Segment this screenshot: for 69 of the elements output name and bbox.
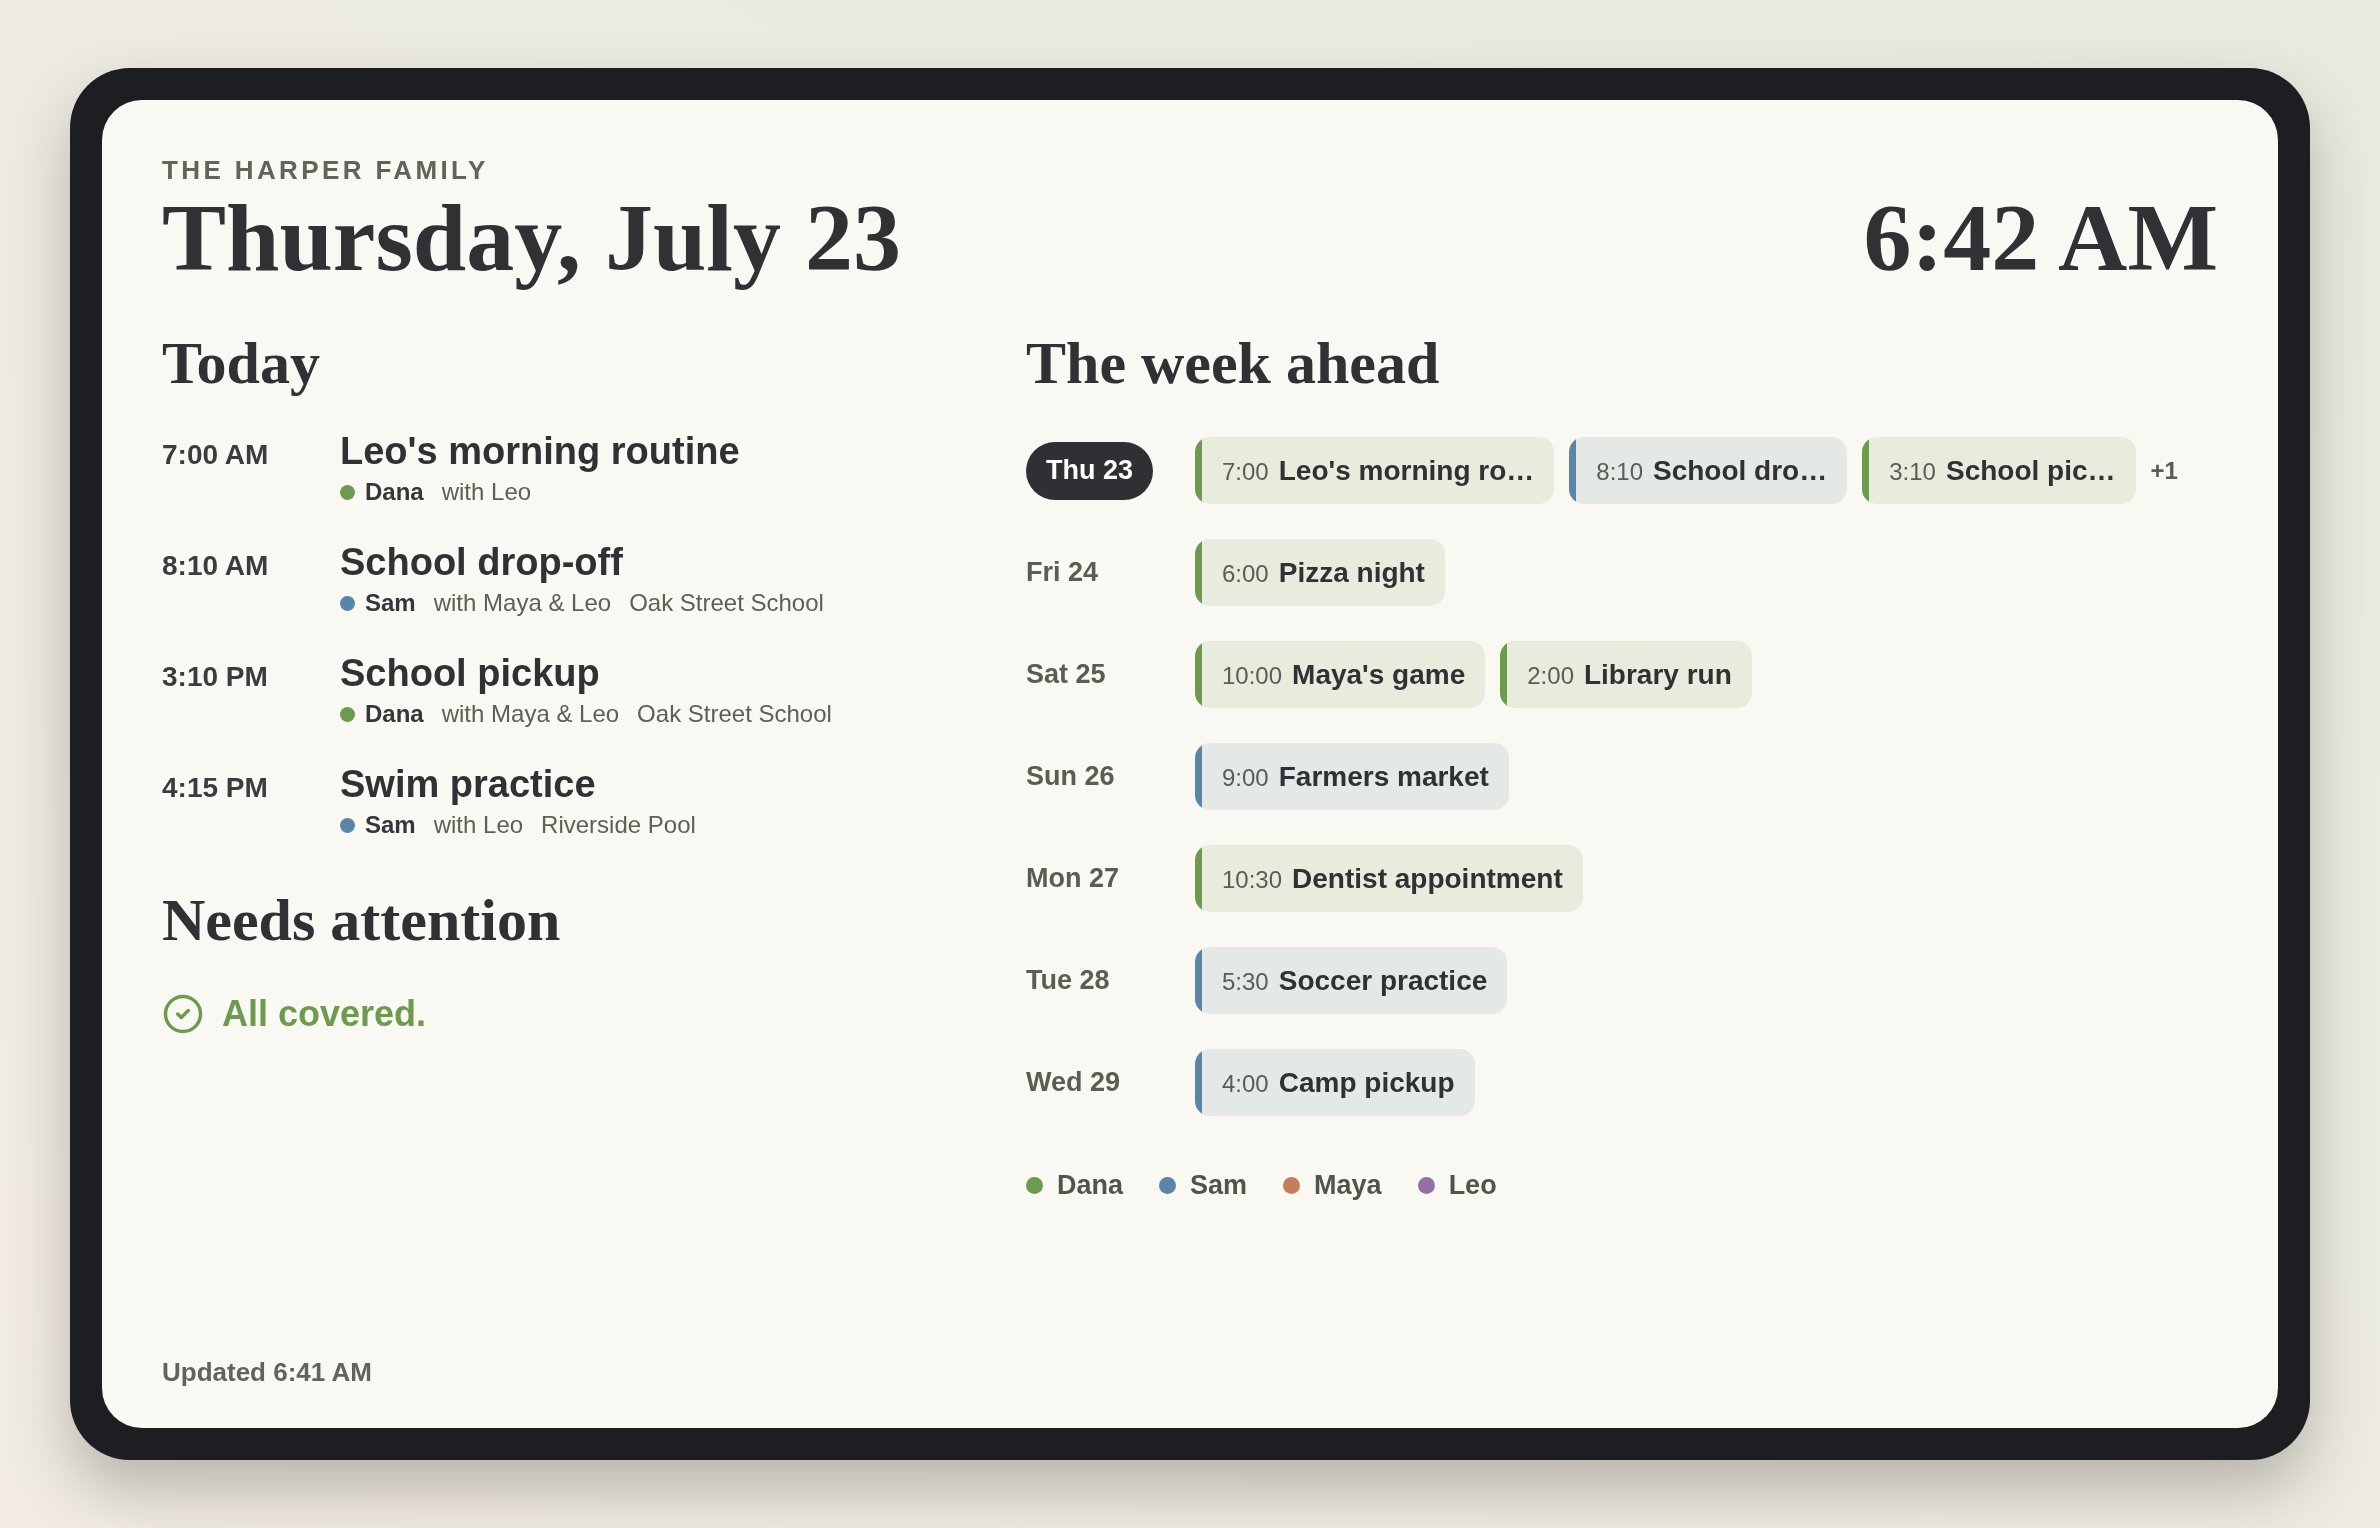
day-label: Sun 26 <box>1026 760 1115 794</box>
event-location: Oak Street School <box>629 588 824 618</box>
day-label: Thu 23 <box>1026 441 1153 500</box>
day-label: Tue 28 <box>1026 964 1110 998</box>
event-title: Camp pickup <box>1278 1065 1455 1100</box>
event-title: School pickup <box>340 651 600 695</box>
event-title: Soccer practice <box>1278 963 1488 998</box>
event-title: Swim practice <box>340 762 596 806</box>
event-title: Leo's morning ro… <box>1278 453 1535 488</box>
day-label: Sat 25 <box>1026 658 1106 692</box>
event-time: 8:10 AM <box>162 549 269 583</box>
event-location: Riverside Pool <box>541 810 696 840</box>
event-time: 4:15 PM <box>162 771 268 805</box>
event-title: Farmers market <box>1278 759 1489 794</box>
legend-label: Dana <box>1057 1169 1124 1202</box>
section-heading: The week ahead <box>1026 333 1440 393</box>
event-chip[interactable]: 8:10 School dro… <box>1569 437 1848 504</box>
legend-label: Sam <box>1190 1169 1248 1202</box>
updated-time: Updated 6:41 AM <box>162 1357 372 1387</box>
event-time: 2:00 <box>1527 660 1574 691</box>
person-name: Sam <box>365 810 416 840</box>
person-name: Sam <box>365 588 416 618</box>
event-chip[interactable]: 5:30 Soccer practice <box>1195 947 1508 1014</box>
event-chip[interactable]: 7:00 Leo's morning ro… <box>1195 437 1555 504</box>
event-title: Leo's morning routine <box>340 429 740 473</box>
event-chip[interactable]: 3:10 School pic… <box>1862 437 2136 504</box>
event-time: 4:00 <box>1222 1068 1269 1099</box>
event-time: 5:30 <box>1222 966 1269 997</box>
legend-label: Maya <box>1314 1169 1382 1202</box>
event-time: 8:10 <box>1596 456 1643 487</box>
event-attendees: with Leo <box>433 810 524 840</box>
family-name: THE HARPER FAMILY <box>162 155 489 185</box>
event-chip[interactable]: 10:30 Dentist appointment <box>1195 845 1583 912</box>
event-chip[interactable]: 9:00 Farmers market <box>1195 743 1509 810</box>
section-heading: Needs attention <box>162 890 561 950</box>
event-time: 3:10 PM <box>162 660 268 694</box>
event-chip[interactable]: 6:00 Pizza night <box>1195 539 1445 606</box>
event-title: School pic… <box>1945 453 2116 488</box>
event-chip[interactable]: 10:00 Maya's game <box>1195 641 1486 708</box>
event-time: 10:30 <box>1222 864 1283 895</box>
day-label: Fri 24 <box>1026 556 1099 590</box>
event-chip[interactable]: 2:00 Library run <box>1500 641 1752 708</box>
event-title: Maya's game <box>1292 657 1466 692</box>
event-time: 3:10 <box>1889 456 1936 487</box>
day-label: Mon 27 <box>1026 862 1119 896</box>
event-attendees: with Maya & Leo <box>433 588 612 618</box>
person-name: Dana <box>365 477 424 507</box>
status-message: All covered. <box>222 992 427 1036</box>
event-time: 10:00 <box>1222 660 1283 691</box>
event-time: 7:00 AM <box>162 438 269 472</box>
event-attendees: with Maya & Leo <box>441 699 620 729</box>
event-title: Dentist appointment <box>1292 861 1563 896</box>
more-count: +1 <box>2150 455 2178 486</box>
day-label: Wed 29 <box>1026 1066 1121 1100</box>
event-title: Pizza night <box>1278 555 1425 590</box>
person-name: Dana <box>365 699 424 729</box>
event-time: 7:00 <box>1222 456 1269 487</box>
check-circle-icon <box>162 993 204 1035</box>
event-time: 9:00 <box>1222 762 1269 793</box>
event-title: School dro… <box>1653 453 1828 488</box>
legend-label: Leo <box>1448 1169 1497 1202</box>
event-title: Library run <box>1584 657 1732 692</box>
event-location: Oak Street School <box>637 699 832 729</box>
event-chip[interactable]: 4:00 Camp pickup <box>1195 1049 1475 1116</box>
clock-time: 6:42 AM <box>1863 188 2218 288</box>
event-time: 6:00 <box>1222 558 1269 589</box>
event-title: School drop-off <box>340 540 623 584</box>
date-heading: Thursday, July 23 <box>162 188 901 288</box>
event-attendees: with Leo <box>441 477 532 507</box>
